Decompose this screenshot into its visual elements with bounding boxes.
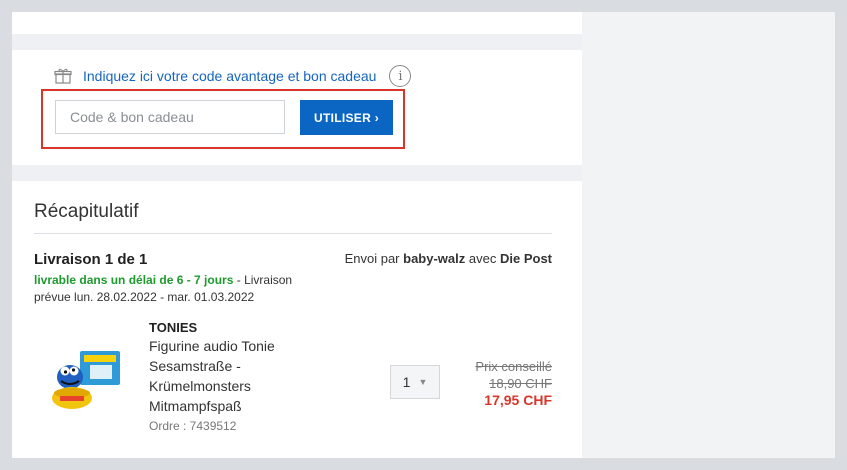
coupon-link[interactable]: Indiquez ici votre code avantage et bon … (83, 68, 376, 84)
product-name-line: Mitmampfspaß (149, 398, 242, 414)
product-name-line: Krümelmonsters (149, 378, 251, 394)
product-brand: TONIES (149, 320, 198, 335)
price-block: Prix conseillé 18,90 CHF 17,95 CHF (475, 359, 552, 408)
shipping-info: Envoi par baby-walz avec Die Post (345, 251, 552, 266)
product-name-line: Figurine audio Tonie (149, 338, 275, 354)
coupon-code-input[interactable] (55, 100, 285, 134)
availability-status: livrable dans un délai de 6 - 7 jours (34, 273, 234, 287)
sale-price: 17,95 CHF (484, 392, 552, 408)
previous-section-panel (12, 12, 582, 34)
order-sidebar (582, 12, 835, 458)
rrp-label: Prix conseillé (475, 359, 552, 374)
ship-carrier: Die Post (499, 251, 552, 266)
delivery-title: Livraison 1 de 1 (34, 251, 148, 268)
gift-icon (54, 68, 72, 84)
old-price: 18,90 CHF (489, 376, 552, 391)
product-image[interactable] (50, 349, 122, 411)
apply-coupon-button[interactable]: UTILISER › (300, 100, 393, 135)
ship-seller: baby-walz (403, 251, 466, 266)
info-icon[interactable]: i (389, 65, 412, 87)
quantity-value: 1 (402, 374, 411, 390)
product-name[interactable]: Figurine audio Tonie Sesamstraße - Krüme… (149, 336, 319, 416)
summary-divider (34, 233, 552, 234)
coupon-link-row: Indiquez ici votre code avantage et bon … (54, 65, 412, 87)
summary-title: Récapitulatif (34, 201, 139, 222)
ship-prefix: Envoi par (344, 251, 400, 266)
ship-with: avec (468, 251, 497, 266)
availability-info: livrable dans un délai de 6 - 7 jours - … (34, 272, 304, 306)
order-number: Ordre : 7439512 (149, 419, 237, 433)
quantity-select[interactable]: 1 ▼ (390, 365, 440, 399)
coupon-panel: Indiquez ici votre code avantage et bon … (12, 50, 582, 165)
coupon-highlight-box: UTILISER › (41, 89, 405, 149)
product-details: TONIES Figurine audio Tonie Sesamstraße … (149, 320, 319, 433)
product-name-line: Sesamstraße - (149, 358, 241, 374)
chevron-down-icon: ▼ (418, 377, 428, 387)
summary-panel: Récapitulatif Livraison 1 de 1 Envoi par… (12, 181, 582, 458)
